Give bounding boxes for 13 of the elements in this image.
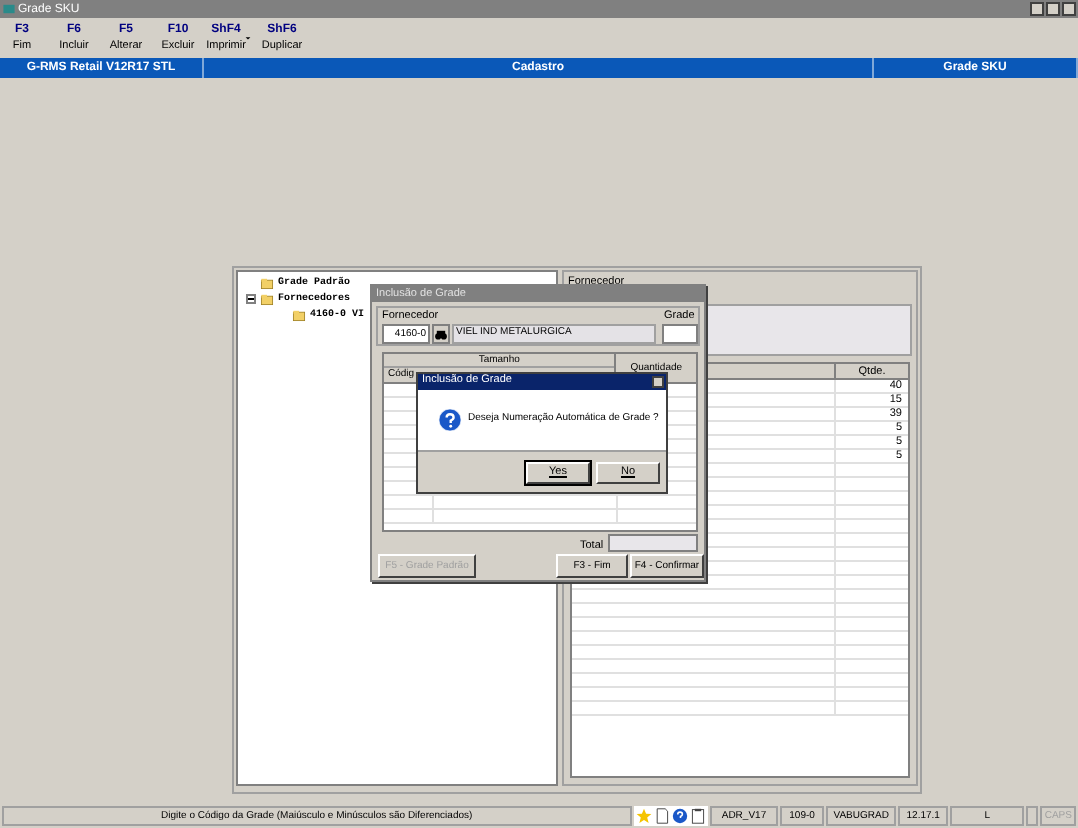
folder-icon <box>292 307 306 321</box>
close-button[interactable] <box>1062 2 1076 16</box>
expander-icon[interactable] <box>246 293 256 303</box>
minimize-button[interactable] <box>1030 2 1044 16</box>
caret-icon <box>244 34 252 42</box>
close-button[interactable] <box>652 376 664 388</box>
app-icon <box>2 2 16 16</box>
binoculars-icon <box>434 327 448 341</box>
star-icon <box>635 808 652 824</box>
restore-button[interactable] <box>1046 2 1060 16</box>
question-icon <box>438 408 462 432</box>
search-button[interactable] <box>432 324 450 344</box>
grade-field[interactable] <box>662 324 698 344</box>
